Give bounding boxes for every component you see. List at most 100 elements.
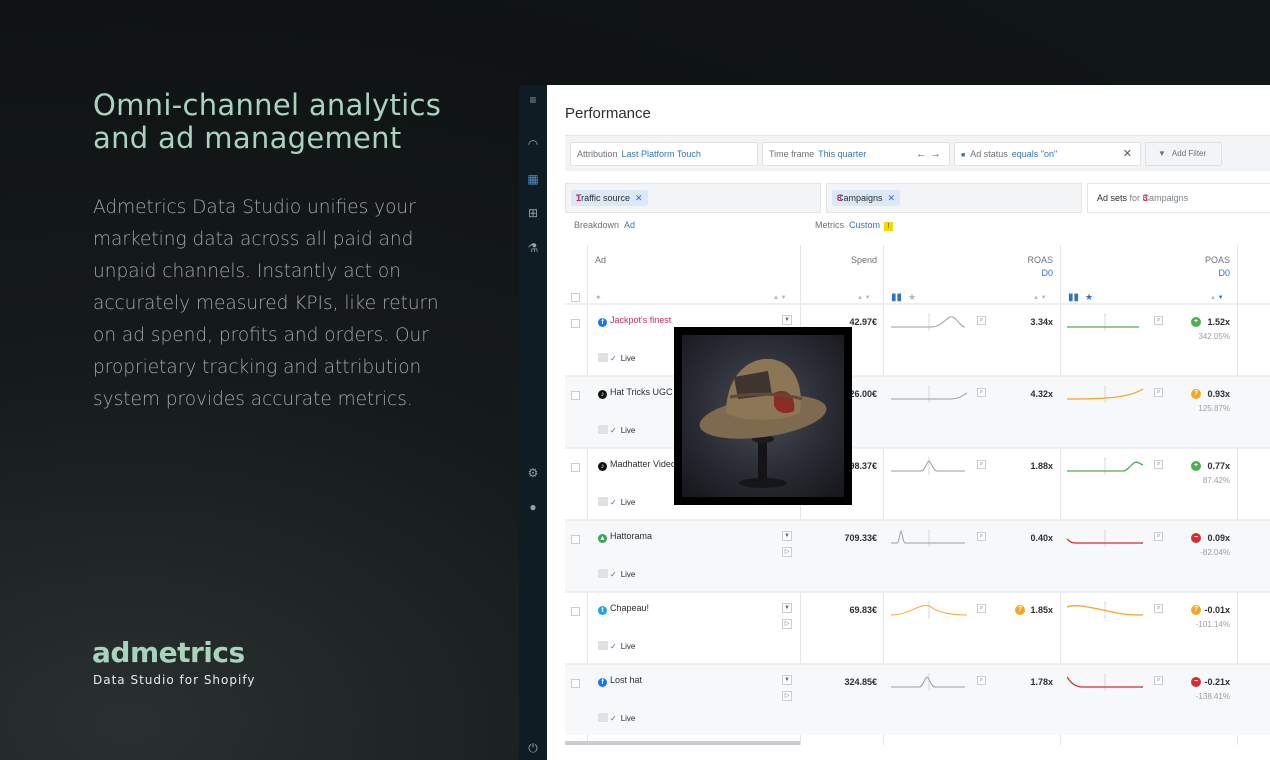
toggle-icon[interactable]: [598, 353, 608, 362]
row-checkbox[interactable]: [571, 463, 580, 472]
traffic-source-chip[interactable]: 1 Traffic source ✕: [571, 190, 648, 206]
remove-chip-icon[interactable]: ✕: [635, 193, 643, 203]
preview-icon[interactable]: ▷: [782, 619, 792, 629]
filter-icon: ▼: [1158, 149, 1166, 158]
preview-icon[interactable]: ▷: [782, 691, 792, 701]
arrows-icon[interactable]: ← →: [916, 143, 941, 165]
sort-spend-icon[interactable]: ▲ ▼: [857, 295, 871, 301]
toggle-icon[interactable]: [598, 497, 608, 506]
ad-name[interactable]: ▲ Hattorama: [598, 531, 652, 543]
column-header-poas[interactable]: POAS D0: [1162, 255, 1230, 278]
roas-sparkline: [891, 529, 965, 547]
dropdown-icon[interactable]: ▼: [782, 603, 792, 613]
power-icon[interactable]: ⏻: [526, 741, 540, 755]
close-icon[interactable]: ✕: [1123, 143, 1132, 165]
add-filter-button[interactable]: ▼ Add Filter: [1145, 142, 1222, 166]
zoom-icon[interactable]: ⌕: [1154, 532, 1163, 541]
toggle-icon[interactable]: [598, 569, 608, 578]
poas-sparkline: [1067, 457, 1144, 475]
brand-logo: admetrics: [92, 636, 245, 669]
toggle-icon[interactable]: [598, 713, 608, 722]
live-status[interactable]: ✓ Live: [598, 641, 635, 651]
remove-chip-icon[interactable]: ✕: [888, 193, 896, 203]
adstatus-value: equals "on": [1011, 149, 1058, 159]
metrics-selector[interactable]: Metrics Custom!: [815, 220, 894, 231]
toggle-icon[interactable]: [598, 641, 608, 650]
lab-flask-icon[interactable]: ⚗: [526, 241, 540, 255]
row-checkbox[interactable]: [571, 607, 580, 616]
ad-name[interactable]: t Chapeau!: [598, 603, 649, 615]
bar-chart-icon[interactable]: ▮▮: [891, 292, 902, 303]
row-checkbox[interactable]: [571, 391, 580, 400]
row-checkbox[interactable]: [571, 535, 580, 544]
ads-table: Ad Spend ROAS D0 POAS D0 ✦ ▲ ▼ ▲ ▼ ▮▮ ★ …: [565, 245, 1270, 750]
row-checkbox[interactable]: [571, 679, 580, 688]
gear-icon[interactable]: ⚙: [526, 466, 540, 480]
zoom-icon[interactable]: ⌕: [1154, 388, 1163, 397]
breakdown-selector[interactable]: Breakdown Ad: [574, 220, 635, 230]
ad-name[interactable]: f Jackpot's finest: [598, 315, 671, 327]
attribution-filter[interactable]: Attribution Last Platform Touch: [570, 142, 758, 166]
dropdown-icon[interactable]: ▼: [782, 531, 792, 541]
zoom-icon[interactable]: ⌕: [1154, 316, 1163, 325]
check-icon: ✓: [610, 642, 617, 651]
live-status[interactable]: ✓ Live: [598, 425, 635, 435]
adsets-panel[interactable]: Ad sets for 3 Campaigns: [1087, 183, 1270, 213]
sort-poas-icon[interactable]: ▲ ▼: [1210, 295, 1224, 301]
row-checkbox[interactable]: [571, 319, 580, 328]
preview-icon[interactable]: ▷: [782, 547, 792, 557]
timeframe-filter[interactable]: Time frame This quarter ← →: [762, 142, 950, 166]
dropdown-icon[interactable]: ▼: [782, 675, 792, 685]
table-row[interactable]: ▲ Hattorama ✓ Live ▼ ▷ 709.33€ ⌕ 0.40x ⌕ −…: [565, 519, 1270, 591]
poas-value: 0.93x: [1207, 389, 1230, 399]
table-row[interactable]: ♪Hat Tricks UGC ✓Live ▼ ▷ 26.00€ ⌕ 4.32x…: [565, 375, 1270, 447]
adstatus-filter[interactable]: ■ Ad status equals "on" ✕: [954, 142, 1141, 166]
reports-icon[interactable]: ▦: [526, 172, 540, 186]
table-row[interactable]: t Chapeau! ✓ Live ▼ ▷ 69.83€ ⌕ ? 1.85x ⌕ ?…: [565, 591, 1270, 663]
ad-name[interactable]: f Lost hat: [598, 675, 642, 687]
live-status[interactable]: ✓ Live: [598, 569, 635, 579]
column-header-ad[interactable]: Ad: [595, 255, 606, 265]
bar-chart-icon[interactable]: ▮▮: [1068, 292, 1079, 303]
dashboard-icon[interactable]: ◠: [526, 137, 540, 151]
horizontal-scrollbar[interactable]: [565, 741, 800, 745]
zoom-icon[interactable]: ⌕: [1154, 604, 1163, 613]
poas-value: 1.52x: [1207, 317, 1230, 327]
dropdown-icon[interactable]: ▼: [782, 315, 792, 325]
menu-icon[interactable]: ≡: [526, 93, 540, 107]
ad-name-label: Jackpot's finest: [610, 315, 672, 325]
campaigns-chip[interactable]: 3 Campaigns ✕: [832, 190, 901, 206]
star-icon[interactable]: ★: [1085, 292, 1093, 303]
select-all-checkbox[interactable]: [571, 293, 580, 302]
live-status[interactable]: ✓ Live: [598, 713, 635, 723]
roas-sparkline: [891, 601, 968, 619]
poas-value: 0.09x: [1207, 533, 1230, 543]
roas-sub: D0: [1041, 268, 1053, 278]
pin-icon[interactable]: ✦: [595, 293, 602, 302]
column-header-spend[interactable]: Spend: [805, 255, 877, 265]
live-status[interactable]: ✓ Live: [598, 497, 635, 507]
star-icon[interactable]: ★: [908, 292, 916, 303]
toggle-icon[interactable]: [598, 425, 608, 434]
adsets-for: for: [1129, 193, 1141, 203]
zoom-icon[interactable]: ⌕: [1154, 676, 1163, 685]
live-status[interactable]: ✓ Live: [598, 353, 635, 363]
tiktok-icon: ♪: [598, 462, 607, 471]
zoom-icon[interactable]: ⌕: [1154, 460, 1163, 469]
poas-sparkline: [1067, 385, 1144, 403]
sort-roas-icon[interactable]: ▲ ▼: [1033, 295, 1047, 301]
table-row[interactable]: f Lost hat ✓ Live ▼ ▷ 324.85€ ⌕ 1.78x ⌕ − …: [565, 663, 1270, 735]
roas-value: 4.32x: [1030, 389, 1053, 399]
ad-name[interactable]: ♪ Hat Tricks UGC: [598, 387, 673, 399]
campaigns-count: 3: [837, 193, 843, 203]
sort-ad-icon[interactable]: ▲ ▼: [773, 295, 787, 301]
hero-description: Admetrics Data Studio unifies your marke…: [93, 197, 439, 410]
table-row[interactable]: ♪Madhatter Video ✓Live ▼ ▷ 98.37€ ⌕ 1.88…: [565, 447, 1270, 519]
ad-name[interactable]: ♪ Madhatter Video: [598, 459, 676, 471]
grid-icon[interactable]: ⊞: [526, 206, 540, 220]
lightbulb-icon[interactable]: ●: [526, 500, 540, 514]
check-icon: ✓: [610, 498, 617, 507]
table-row[interactable]: fJackpot's finest ✓Live ▼ ▷ 42.97€ ⌕ 3.3…: [565, 303, 1270, 375]
timeframe-label: Time frame: [769, 149, 815, 159]
column-header-roas[interactable]: ROAS D0: [985, 255, 1053, 278]
